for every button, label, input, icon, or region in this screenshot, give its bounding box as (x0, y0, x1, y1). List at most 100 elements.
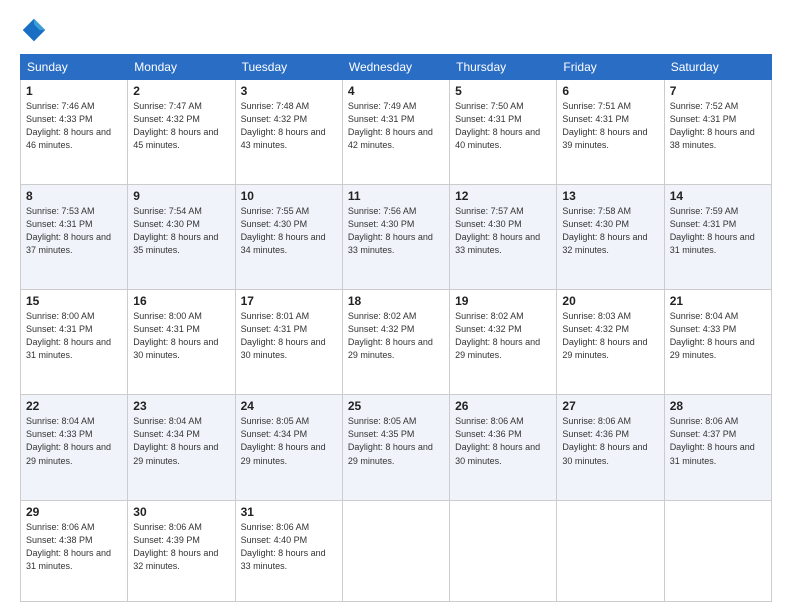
calendar-day-cell: 16Sunrise: 8:00 AMSunset: 4:31 PMDayligh… (128, 290, 235, 395)
day-info: Sunrise: 7:47 AMSunset: 4:32 PMDaylight:… (133, 100, 229, 152)
day-number: 21 (670, 294, 766, 308)
day-number: 1 (26, 84, 122, 98)
calendar-day-cell: 4Sunrise: 7:49 AMSunset: 4:31 PMDaylight… (342, 80, 449, 185)
calendar-day-cell: 18Sunrise: 8:02 AMSunset: 4:32 PMDayligh… (342, 290, 449, 395)
calendar-day-cell: 26 Sunrise: 8:06 AMSunset: 4:36 PMDayligh… (450, 395, 557, 500)
calendar-day-cell: 19 Sunrise: 8:02 AMSunset: 4:32 PMDayligh… (450, 290, 557, 395)
day-info: Sunrise: 7:48 AMSunset: 4:32 PMDaylight:… (241, 100, 337, 152)
page: SundayMondayTuesdayWednesdayThursdayFrid… (0, 0, 792, 612)
calendar-day-cell: 27 Sunrise: 8:06 AMSunset: 4:36 PMDayligh… (557, 395, 664, 500)
calendar-day-cell: 10Sunrise: 7:55 AMSunset: 4:30 PMDayligh… (235, 185, 342, 290)
day-info: Sunrise: 8:06 AMSunset: 4:40 PMDaylight:… (241, 521, 337, 573)
day-number: 29 (26, 505, 122, 519)
day-number: 22 (26, 399, 122, 413)
day-info: Sunrise: 7:51 AMSunset: 4:31 PMDaylight:… (562, 100, 658, 152)
calendar-day-cell: 1Sunrise: 7:46 AMSunset: 4:33 PMDaylight… (21, 80, 128, 185)
weekday-header: Tuesday (235, 55, 342, 80)
calendar-week-row: 22 Sunrise: 8:04 AMSunset: 4:33 PMDayligh… (21, 395, 772, 500)
day-info: Sunrise: 8:04 AMSunset: 4:33 PMDaylight:… (26, 415, 122, 467)
weekday-header: Wednesday (342, 55, 449, 80)
calendar-day-cell (557, 500, 664, 602)
day-info: Sunrise: 7:54 AMSunset: 4:30 PMDaylight:… (133, 205, 229, 257)
day-info: Sunrise: 8:03 AMSunset: 4:32 PMDaylight:… (562, 310, 658, 362)
calendar-day-cell: 23 Sunrise: 8:04 AMSunset: 4:34 PMDayligh… (128, 395, 235, 500)
day-number: 25 (348, 399, 444, 413)
calendar-day-cell: 15Sunrise: 8:00 AMSunset: 4:31 PMDayligh… (21, 290, 128, 395)
calendar-table: SundayMondayTuesdayWednesdayThursdayFrid… (20, 54, 772, 602)
calendar-day-cell: 29 Sunrise: 8:06 AMSunset: 4:38 PMDayligh… (21, 500, 128, 602)
calendar-day-cell: 31 Sunrise: 8:06 AMSunset: 4:40 PMDayligh… (235, 500, 342, 602)
calendar-day-cell: 25 Sunrise: 8:05 AMSunset: 4:35 PMDayligh… (342, 395, 449, 500)
day-number: 20 (562, 294, 658, 308)
calendar-day-cell: 3 Sunrise: 7:48 AMSunset: 4:32 PMDaylight… (235, 80, 342, 185)
day-info: Sunrise: 8:06 AMSunset: 4:36 PMDaylight:… (455, 415, 551, 467)
header (20, 16, 772, 44)
day-number: 27 (562, 399, 658, 413)
calendar-day-cell (664, 500, 771, 602)
day-number: 17 (241, 294, 337, 308)
day-info: Sunrise: 7:52 AMSunset: 4:31 PMDaylight:… (670, 100, 766, 152)
calendar-day-cell: 5 Sunrise: 7:50 AMSunset: 4:31 PMDaylight… (450, 80, 557, 185)
day-number: 23 (133, 399, 229, 413)
day-info: Sunrise: 7:50 AMSunset: 4:31 PMDaylight:… (455, 100, 551, 152)
day-info: Sunrise: 8:04 AMSunset: 4:34 PMDaylight:… (133, 415, 229, 467)
day-info: Sunrise: 8:05 AMSunset: 4:34 PMDaylight:… (241, 415, 337, 467)
calendar-day-cell: 13Sunrise: 7:58 AMSunset: 4:30 PMDayligh… (557, 185, 664, 290)
weekday-header: Sunday (21, 55, 128, 80)
day-info: Sunrise: 8:02 AMSunset: 4:32 PMDaylight:… (455, 310, 551, 362)
day-number: 9 (133, 189, 229, 203)
day-info: Sunrise: 7:55 AMSunset: 4:30 PMDaylight:… (241, 205, 337, 257)
calendar-day-cell: 30 Sunrise: 8:06 AMSunset: 4:39 PMDayligh… (128, 500, 235, 602)
day-number: 16 (133, 294, 229, 308)
weekday-header: Thursday (450, 55, 557, 80)
weekday-header: Friday (557, 55, 664, 80)
calendar-day-cell: 20 Sunrise: 8:03 AMSunset: 4:32 PMDayligh… (557, 290, 664, 395)
day-info: Sunrise: 7:57 AMSunset: 4:30 PMDaylight:… (455, 205, 551, 257)
day-info: Sunrise: 8:02 AMSunset: 4:32 PMDaylight:… (348, 310, 444, 362)
calendar-header-row: SundayMondayTuesdayWednesdayThursdayFrid… (21, 55, 772, 80)
day-number: 19 (455, 294, 551, 308)
calendar-day-cell: 12Sunrise: 7:57 AMSunset: 4:30 PMDayligh… (450, 185, 557, 290)
day-info: Sunrise: 8:04 AMSunset: 4:33 PMDaylight:… (670, 310, 766, 362)
day-info: Sunrise: 8:01 AMSunset: 4:31 PMDaylight:… (241, 310, 337, 362)
day-number: 8 (26, 189, 122, 203)
day-info: Sunrise: 8:06 AMSunset: 4:39 PMDaylight:… (133, 521, 229, 573)
calendar-day-cell (450, 500, 557, 602)
day-number: 3 (241, 84, 337, 98)
day-number: 31 (241, 505, 337, 519)
day-info: Sunrise: 7:49 AMSunset: 4:31 PMDaylight:… (348, 100, 444, 152)
day-info: Sunrise: 8:00 AMSunset: 4:31 PMDaylight:… (26, 310, 122, 362)
day-number: 28 (670, 399, 766, 413)
day-number: 6 (562, 84, 658, 98)
day-info: Sunrise: 8:06 AMSunset: 4:36 PMDaylight:… (562, 415, 658, 467)
day-number: 2 (133, 84, 229, 98)
calendar-day-cell (342, 500, 449, 602)
logo-icon (20, 16, 48, 44)
calendar-day-cell: 21 Sunrise: 8:04 AMSunset: 4:33 PMDayligh… (664, 290, 771, 395)
calendar-week-row: 1Sunrise: 7:46 AMSunset: 4:33 PMDaylight… (21, 80, 772, 185)
calendar-day-cell: 22 Sunrise: 8:04 AMSunset: 4:33 PMDayligh… (21, 395, 128, 500)
calendar-day-cell: 28 Sunrise: 8:06 AMSunset: 4:37 PMDayligh… (664, 395, 771, 500)
day-info: Sunrise: 8:06 AMSunset: 4:37 PMDaylight:… (670, 415, 766, 467)
day-info: Sunrise: 8:06 AMSunset: 4:38 PMDaylight:… (26, 521, 122, 573)
day-info: Sunrise: 7:53 AMSunset: 4:31 PMDaylight:… (26, 205, 122, 257)
calendar-day-cell: 6 Sunrise: 7:51 AMSunset: 4:31 PMDaylight… (557, 80, 664, 185)
calendar-day-cell: 14 Sunrise: 7:59 AMSunset: 4:31 PMDayligh… (664, 185, 771, 290)
calendar-day-cell: 24Sunrise: 8:05 AMSunset: 4:34 PMDayligh… (235, 395, 342, 500)
weekday-header: Saturday (664, 55, 771, 80)
calendar-day-cell: 7 Sunrise: 7:52 AMSunset: 4:31 PMDaylight… (664, 80, 771, 185)
day-info: Sunrise: 8:05 AMSunset: 4:35 PMDaylight:… (348, 415, 444, 467)
calendar-day-cell: 2 Sunrise: 7:47 AMSunset: 4:32 PMDaylight… (128, 80, 235, 185)
day-number: 14 (670, 189, 766, 203)
day-number: 5 (455, 84, 551, 98)
day-info: Sunrise: 7:56 AMSunset: 4:30 PMDaylight:… (348, 205, 444, 257)
calendar-day-cell: 9 Sunrise: 7:54 AMSunset: 4:30 PMDaylight… (128, 185, 235, 290)
day-number: 11 (348, 189, 444, 203)
day-info: Sunrise: 7:59 AMSunset: 4:31 PMDaylight:… (670, 205, 766, 257)
day-number: 13 (562, 189, 658, 203)
calendar-week-row: 15Sunrise: 8:00 AMSunset: 4:31 PMDayligh… (21, 290, 772, 395)
day-number: 7 (670, 84, 766, 98)
calendar-day-cell: 8 Sunrise: 7:53 AMSunset: 4:31 PMDaylight… (21, 185, 128, 290)
day-number: 30 (133, 505, 229, 519)
day-number: 26 (455, 399, 551, 413)
